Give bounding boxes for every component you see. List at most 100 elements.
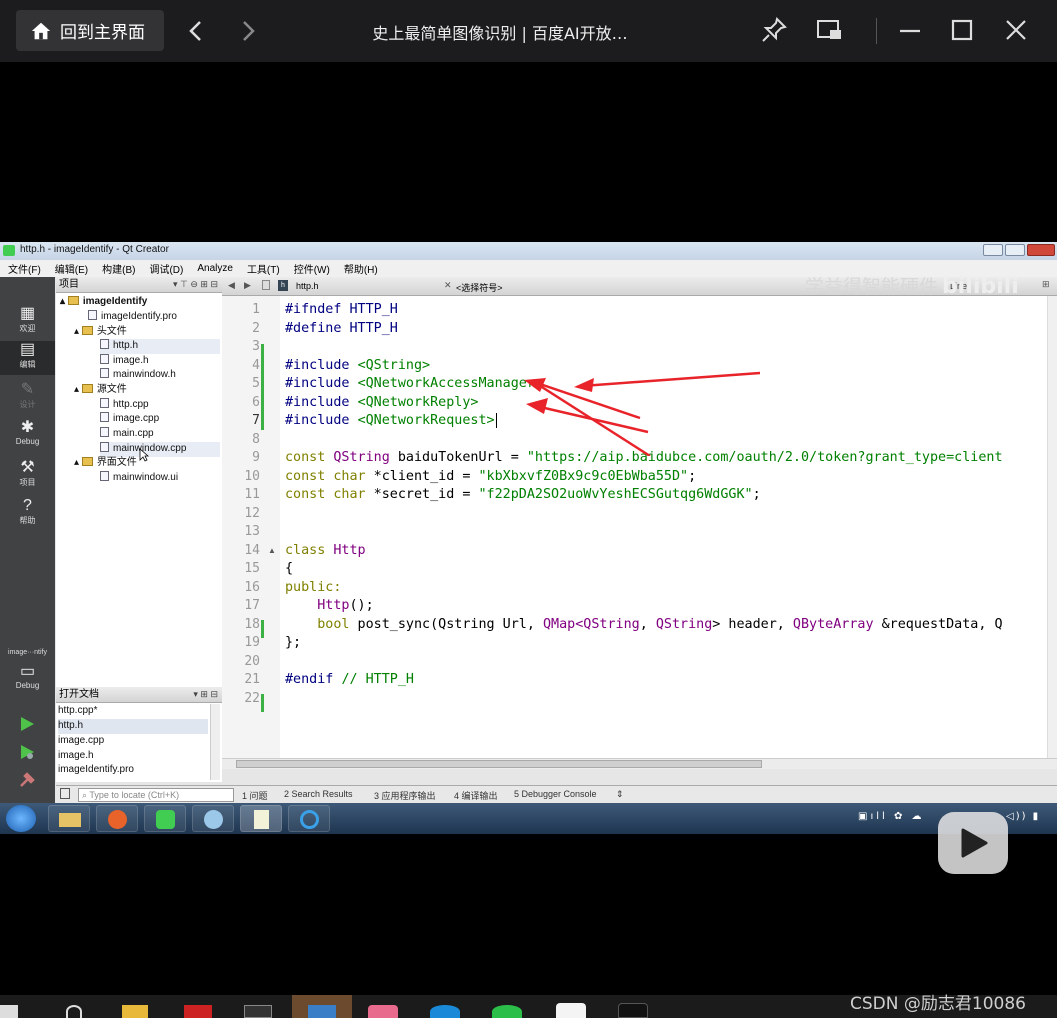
host-terminal-icon[interactable] — [244, 1005, 272, 1018]
host-explorer-icon[interactable] — [122, 1005, 148, 1018]
qt-restore-button[interactable] — [1005, 244, 1025, 256]
tree-file[interactable]: mainwindow.ui — [100, 471, 178, 486]
pencil-icon: ✎ — [20, 381, 35, 398]
editor-file-tab[interactable]: http.h — [296, 281, 319, 291]
tree-file[interactable]: main.cpp — [100, 427, 154, 442]
nav-forward-icon[interactable]: ▶ — [244, 280, 251, 291]
output-tab-debugger[interactable]: 5 Debugger Console — [514, 789, 597, 799]
tree-file[interactable]: http.cpp — [100, 398, 149, 413]
back-icon[interactable] — [186, 20, 206, 42]
home-icon — [31, 22, 51, 39]
qt-minimize-button[interactable] — [983, 244, 1003, 256]
editor-vscrollbar[interactable] — [1047, 296, 1057, 758]
output-tab-issues[interactable]: 1 问题 — [242, 789, 268, 802]
host-wechat-icon[interactable] — [492, 1005, 522, 1018]
open-doc-item-active[interactable]: http.h — [58, 719, 208, 734]
tree-file[interactable]: imageIdentify.pro — [88, 310, 177, 325]
split-editor-icon[interactable]: ⊞ — [1042, 279, 1050, 290]
taskbar-ie-icon[interactable] — [288, 805, 330, 832]
line-number: 14 — [244, 542, 260, 558]
taskbar-firefox-icon[interactable] — [96, 805, 138, 832]
kit-selector[interactable]: ▭ Debug — [0, 663, 55, 697]
code-line-7: #include <QNetworkRequest> — [285, 413, 497, 428]
menu-file[interactable]: 文件(F) — [8, 261, 41, 276]
mode-welcome[interactable]: ▦ 欢迎 — [0, 305, 55, 339]
home-button[interactable]: 回到主界面 — [16, 10, 164, 51]
mode-debug[interactable]: ✱ Debug — [0, 419, 55, 453]
tree-project-root[interactable]: ▴ imageIdentify — [60, 295, 147, 310]
menu-widgets[interactable]: 控件(W) — [294, 261, 330, 276]
project-pane-title[interactable]: 项目 — [59, 279, 79, 290]
tree-folder-headers[interactable]: ▴ 头文件 — [74, 325, 127, 340]
picture-in-picture-icon[interactable] — [816, 18, 844, 42]
filter-icon[interactable]: ▾ ⊤ ⊖ ⊞ ⊟ — [173, 277, 218, 292]
system-tray-icons[interactable]: ▣ıll ✿ ☁ — [858, 811, 933, 825]
tree-file-selected[interactable]: http.h — [100, 339, 220, 354]
menu-debug[interactable]: 调试(D) — [149, 261, 183, 276]
open-docs-scrollbar[interactable] — [210, 704, 220, 780]
menu-edit[interactable]: 编辑(E) — [55, 261, 88, 276]
toggle-sidebar-icon[interactable] — [60, 788, 70, 799]
output-tab-search[interactable]: 2 Search Results — [284, 789, 353, 799]
open-doc-item[interactable]: http.cpp* — [58, 704, 97, 719]
build-hammer-icon[interactable] — [18, 771, 36, 789]
code-line-5: #include <QNetworkAccessManager> — [285, 376, 543, 391]
line-number: 7 — [252, 413, 260, 428]
tree-file[interactable]: mainwindow.h — [100, 368, 176, 383]
tree-folder-forms[interactable]: ▴ 界面文件 — [74, 456, 137, 471]
host-app-icon[interactable] — [556, 1003, 586, 1018]
taskbar-qt-creator-icon[interactable] — [144, 805, 186, 832]
play-button[interactable] — [938, 812, 1008, 874]
host-tiktok-icon[interactable] — [618, 1003, 648, 1018]
run-icon[interactable] — [18, 715, 36, 733]
menu-build[interactable]: 构建(B) — [102, 261, 135, 276]
symbol-selector[interactable]: <选择符号> — [456, 281, 503, 294]
taskbar-paint-icon[interactable] — [192, 805, 234, 832]
system-tray-volume-icon[interactable]: ◁)) ▮ — [1006, 811, 1056, 825]
debug-run-icon[interactable] — [18, 743, 36, 761]
tree-file-hovered[interactable]: mainwindow.cpp — [100, 442, 220, 457]
tree-file[interactable]: image.cpp — [100, 412, 159, 427]
code-editor[interactable]: ▲ 1 2 3 4 5 6 7 8 9 10 11 12 13 14 15 16 17 18 19 20 21 22 #i… — [222, 296, 1057, 769]
maximize-icon[interactable] — [950, 18, 974, 42]
host-edge-icon[interactable] — [430, 1005, 460, 1018]
open-doc-item[interactable]: image.h — [58, 749, 94, 764]
taskbar-notepad-icon[interactable] — [240, 805, 282, 832]
menu-tools[interactable]: 工具(T) — [247, 261, 280, 276]
menu-analyze[interactable]: Analyze — [197, 263, 233, 274]
host-bilibili-icon[interactable] — [368, 1005, 398, 1018]
host-active-app-icon[interactable] — [292, 995, 352, 1018]
output-tab-compile[interactable]: 4 编译输出 — [454, 789, 498, 802]
split-icon[interactable]: ▾ ⊞ ⊟ — [193, 687, 218, 702]
tree-file[interactable]: image.h — [100, 354, 149, 369]
mode-design[interactable]: ✎ 设计 — [0, 381, 55, 415]
mode-edit[interactable]: ▤ 编辑 — [0, 341, 55, 375]
mode-projects[interactable]: ⚒ 项目 — [0, 459, 55, 493]
menu-help[interactable]: 帮助(H) — [344, 261, 378, 276]
code-token: char — [333, 487, 366, 502]
locator-input[interactable]: ⌕ Type to locate (Ctrl+K) — [78, 788, 234, 802]
output-tab-app-output[interactable]: 3 应用程序输出 — [374, 789, 436, 802]
taskbar-explorer-icon[interactable] — [48, 805, 90, 832]
close-icon[interactable] — [1004, 18, 1028, 42]
host-search-icon[interactable] — [66, 1005, 82, 1018]
tree-folder-sources[interactable]: ▴ 源文件 — [74, 383, 127, 398]
fold-marker-icon[interactable]: ▲ — [268, 546, 276, 555]
minimize-icon[interactable] — [898, 18, 922, 42]
forward-icon[interactable] — [238, 20, 258, 42]
host-start-icon[interactable] — [0, 1005, 18, 1018]
host-app-icon[interactable] — [184, 1005, 212, 1018]
open-doc-item[interactable]: image.cpp — [58, 734, 104, 749]
open-docs-title[interactable]: 打开文档 — [59, 689, 99, 700]
mode-help[interactable]: ? 帮助 — [0, 497, 55, 531]
open-doc-item[interactable]: imageIdentify.pro — [58, 763, 134, 778]
output-tab-more-icon[interactable]: ⇕ — [616, 789, 624, 800]
start-button[interactable] — [6, 805, 36, 832]
editor-hscrollbar[interactable] — [222, 758, 1057, 769]
close-file-icon[interactable]: ✕ — [444, 280, 452, 291]
code-token: <QNetworkRequest> — [357, 413, 495, 428]
nav-back-icon[interactable]: ◀ — [228, 280, 235, 291]
qt-close-button[interactable] — [1027, 244, 1055, 256]
pin-icon[interactable] — [760, 16, 788, 44]
editor-hscroll-thumb[interactable] — [236, 760, 762, 768]
